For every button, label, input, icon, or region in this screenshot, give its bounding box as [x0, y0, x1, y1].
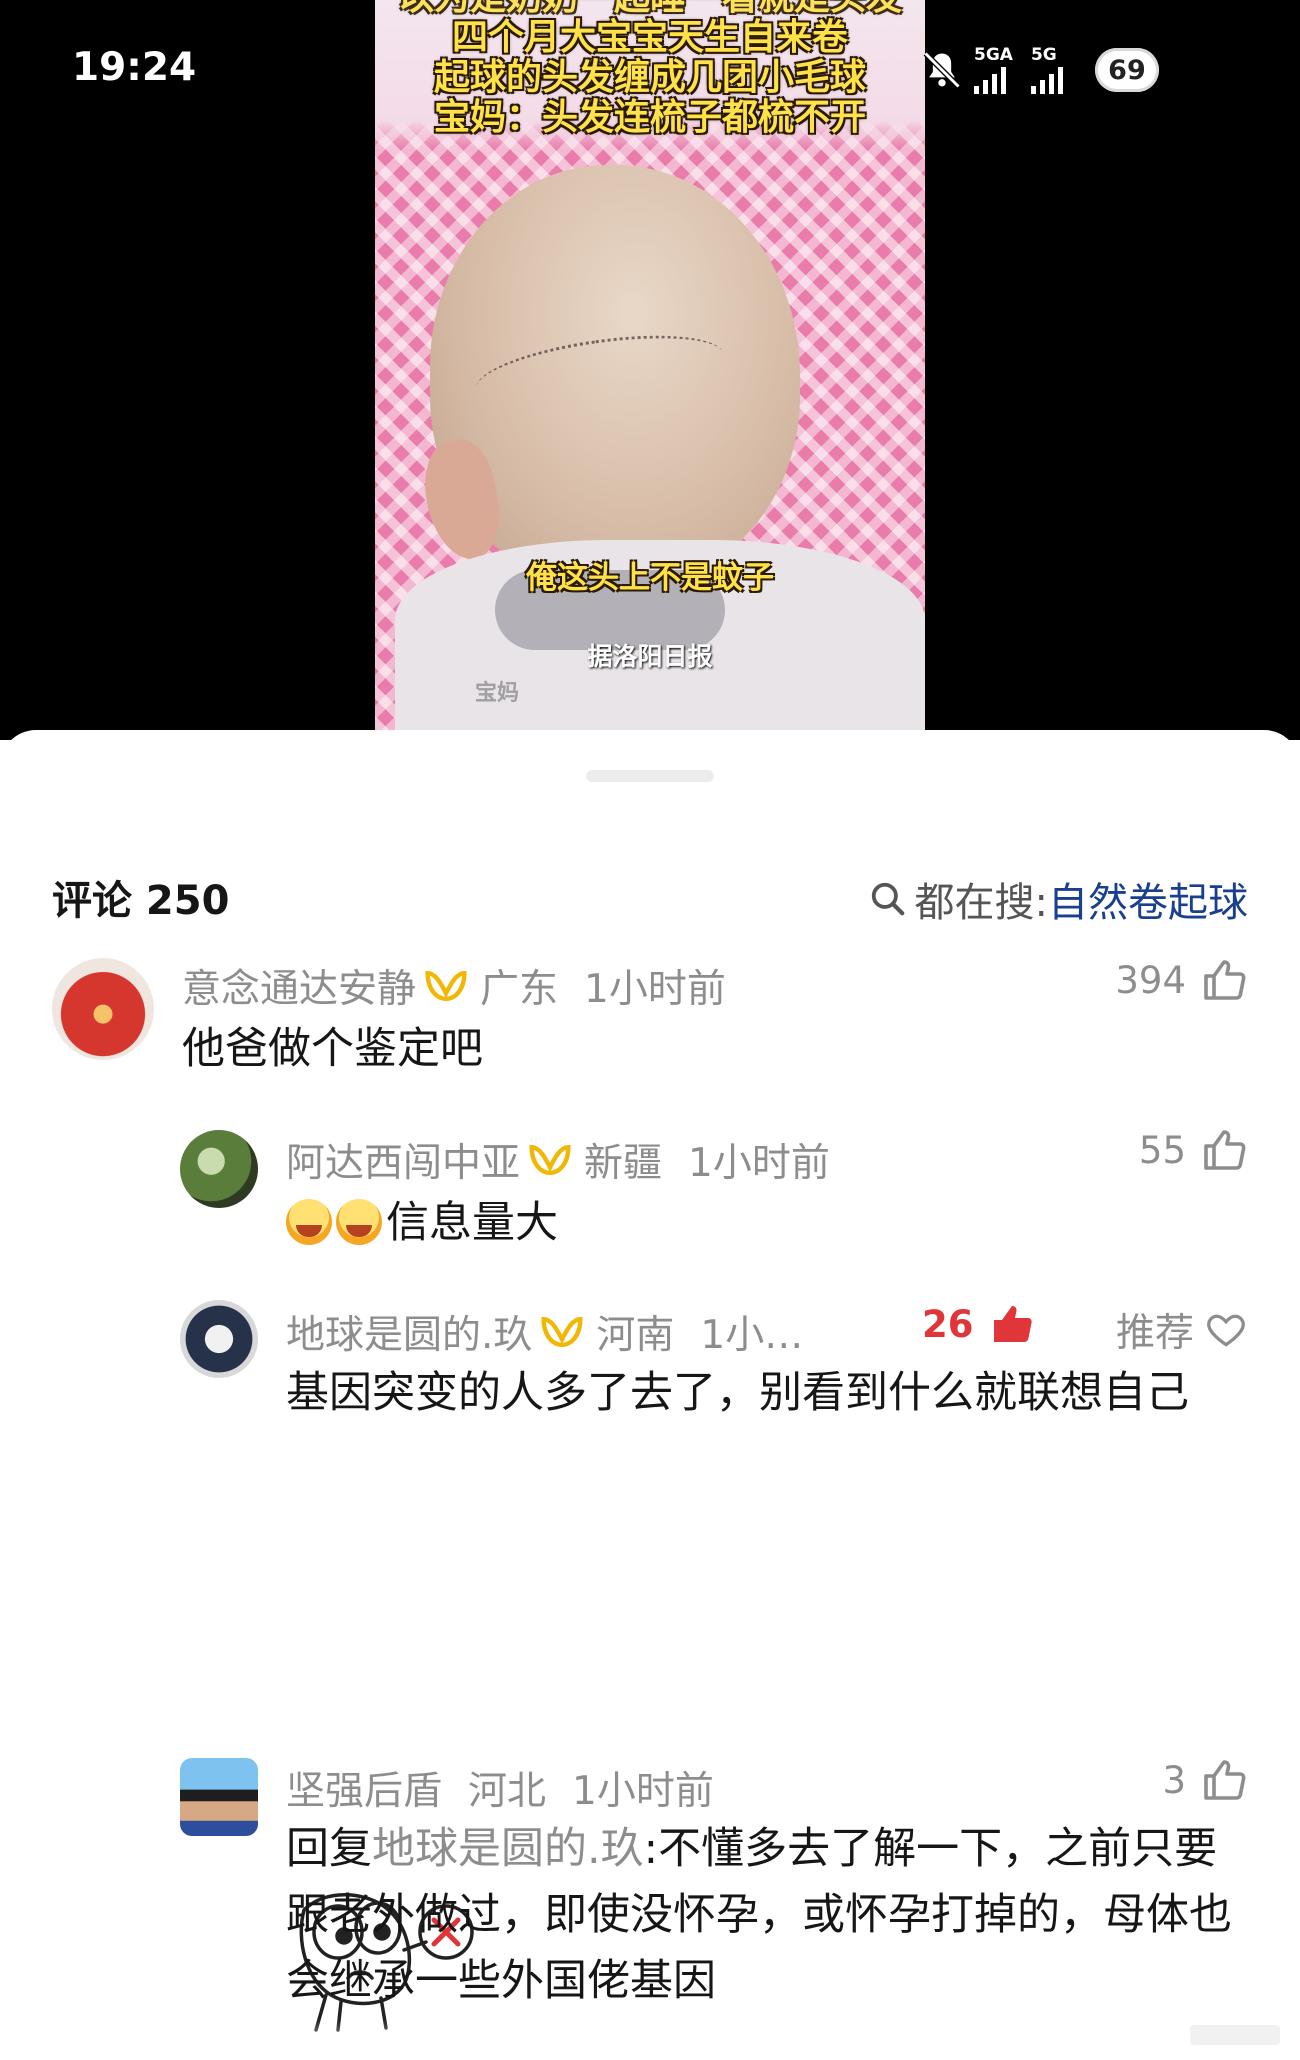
like-count: 3	[1162, 1758, 1186, 1802]
like-button[interactable]: 26	[922, 1300, 1036, 1348]
search-icon	[871, 882, 904, 916]
video-watermark: 宝妈	[475, 681, 520, 706]
thumbs-up-icon	[1204, 1130, 1246, 1170]
search-prefix: 都在搜:	[914, 880, 1048, 926]
comment-meta: 坚强后盾 河北 1小时前	[286, 1760, 714, 1816]
comment-username[interactable]: 阿达西闯中亚	[286, 1132, 520, 1188]
like-button[interactable]: 394	[1115, 956, 1248, 1004]
video-frame[interactable]: 以为是奶奶一起睡一看就是头发 四个月大宝宝天生自来卷 起球的头发缠成几团小毛球 …	[375, 0, 925, 730]
video-source: 据洛阳日报	[587, 642, 713, 671]
comment-text: 基因突变的人多了去了，别看到什么就联想自己	[286, 1368, 1189, 1418]
heart-icon	[1207, 1314, 1245, 1347]
comment-text: 回复地球是圆的.玖:不懂多去了解一下，之前只要跟老外做过，即使没怀孕，或怀孕打掉…	[286, 1816, 1246, 2014]
avatar[interactable]	[180, 1130, 258, 1208]
comment-text-content: 信息量大	[386, 1198, 558, 1248]
thumbs-up-icon	[993, 1306, 1032, 1342]
status-icons: 5GA 5G 69	[920, 40, 1159, 100]
signal-icon: 5G	[1030, 45, 1063, 94]
like-count: 394	[1115, 958, 1186, 1002]
vip-badge-icon	[425, 970, 467, 1002]
laughing-emoji-icon	[286, 1199, 332, 1245]
video-title-line-0: 以为是奶奶一起睡一看就是头发	[375, 0, 925, 18]
corner-watermark	[1190, 2025, 1280, 2045]
comment-meta: 阿达西闯中亚 新疆 1小时前	[286, 1132, 830, 1188]
battery-icon: 69	[1094, 48, 1159, 92]
comment-region: 新疆	[584, 1141, 663, 1186]
comment-region: 河北	[468, 1769, 547, 1814]
recommend-button[interactable]: 推荐	[1116, 1302, 1248, 1358]
avatar[interactable]	[52, 958, 154, 1060]
like-count: 55	[1138, 1128, 1186, 1172]
avatar[interactable]	[180, 1300, 258, 1378]
comment-text: 信息量大	[286, 1190, 558, 1256]
video-title-line-1: 四个月大宝宝天生自来卷	[451, 17, 848, 58]
comment-region: 广东	[480, 967, 559, 1012]
like-button[interactable]: 3	[1162, 1756, 1248, 1804]
reply-prefix: 回复	[286, 1824, 372, 1874]
signal-1-label: 5GA	[974, 45, 1013, 65]
comment-time: 1小时前	[572, 1769, 714, 1814]
comment-time: 1小时前	[584, 967, 726, 1012]
recommend-label: 推荐	[1115, 1311, 1194, 1356]
signal-icon: 5GA	[974, 46, 1013, 94]
comments-sheet: 评论 250 都在搜: 自然卷起球 意念通达安静 广东 1小时前 394 他爸做…	[0, 730, 1300, 2060]
status-time: 19:24	[72, 45, 197, 90]
comments-title: 评论 250	[52, 878, 230, 924]
comment-username[interactable]: 地球是圆的.玖	[286, 1304, 532, 1360]
like-button[interactable]: 55	[1139, 1126, 1248, 1174]
scroll-fade	[0, 2020, 1300, 2060]
vip-badge-icon	[541, 1316, 583, 1348]
signal-2-label: 5G	[1030, 45, 1057, 65]
thumbs-up-icon	[1204, 1760, 1246, 1800]
video-title-line-2: 起球的头发缠成几团小毛球	[433, 57, 866, 98]
video-subtitle: 俺这头上不是蚊子	[526, 560, 774, 596]
video-player[interactable]: 以为是奶奶一起睡一看就是头发 四个月大宝宝天生自来卷 起球的头发缠成几团小毛球 …	[0, 0, 1300, 740]
reply-to-username[interactable]: 地球是圆的.玖	[372, 1824, 644, 1874]
thumbs-up-icon	[1204, 960, 1246, 1000]
avatar[interactable]	[180, 1758, 258, 1836]
mute-icon	[923, 51, 961, 89]
video-title-line-3: 宝妈：头发连梳子都梳不开	[433, 97, 866, 138]
like-count: 26	[922, 1302, 974, 1346]
laughing-emoji-icon	[336, 1199, 382, 1245]
comment-meta: 意念通达安静 广东 1小时前	[182, 958, 726, 1014]
comment-meta: 地球是圆的.玖 河南 1小…	[286, 1304, 803, 1360]
comment-username[interactable]: 坚强后盾	[286, 1760, 442, 1816]
comment-username[interactable]: 意念通达安静	[182, 958, 416, 1014]
drag-handle[interactable]	[586, 770, 714, 782]
comment-region: 河南	[596, 1313, 675, 1358]
comment-time: 1小…	[700, 1313, 804, 1358]
search-term-link[interactable]: 自然卷起球	[1048, 870, 1248, 928]
comment-time: 1小时前	[688, 1141, 830, 1186]
trending-search[interactable]: 都在搜: 自然卷起球	[869, 870, 1248, 928]
vip-badge-icon	[529, 1144, 571, 1176]
comment-text: 他爸做个鉴定吧	[182, 1024, 483, 1074]
